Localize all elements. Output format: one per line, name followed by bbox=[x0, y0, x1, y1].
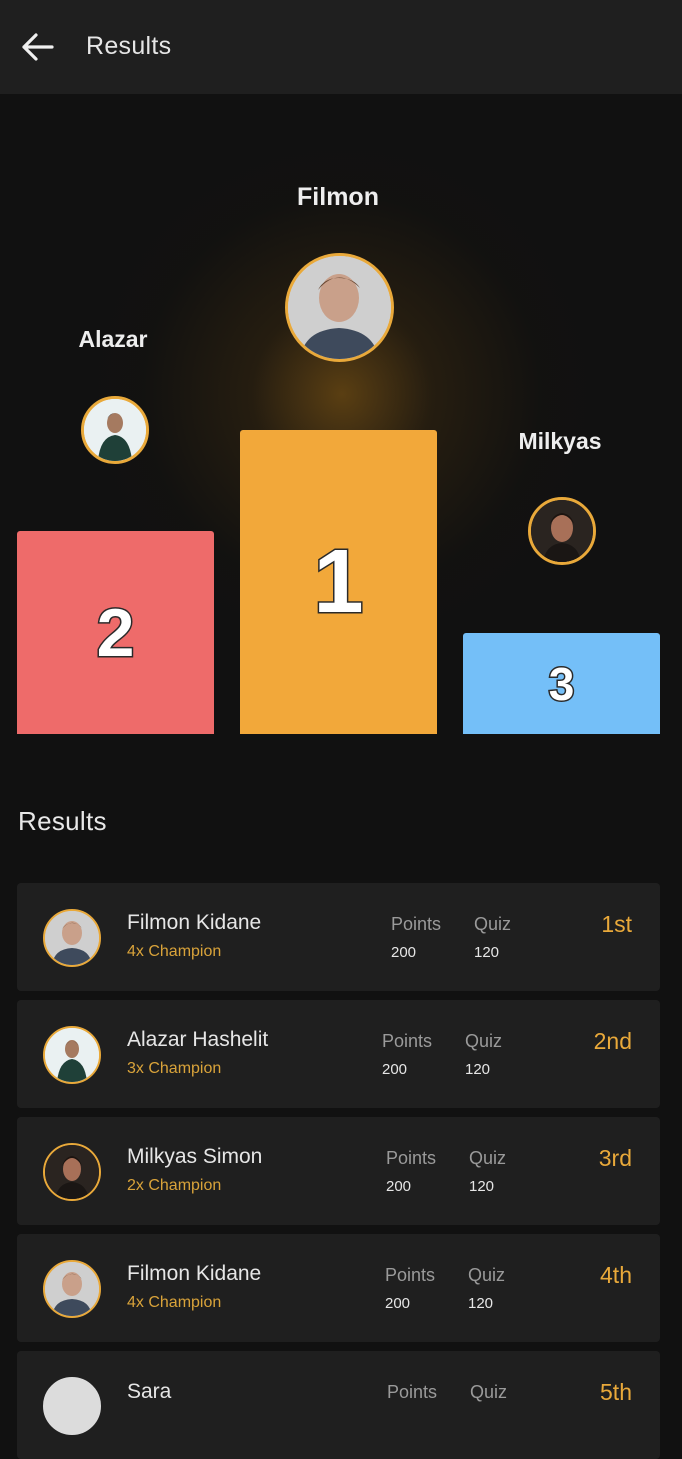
person-avatar-icon bbox=[531, 500, 593, 562]
result-card[interactable]: Milkyas Simon 2x Champion Points 200 Qui… bbox=[17, 1117, 660, 1225]
quiz-label: Quiz bbox=[465, 1031, 503, 1051]
quiz-value: 120 bbox=[474, 944, 500, 961]
avatar bbox=[43, 1377, 101, 1435]
quiz-label: Quiz bbox=[469, 1148, 507, 1168]
person-avatar-icon bbox=[45, 1028, 99, 1082]
quiz-label: Quiz bbox=[470, 1382, 508, 1402]
podium-first-avatar[interactable] bbox=[285, 253, 394, 362]
quiz-label: Quiz bbox=[468, 1265, 506, 1285]
back-button[interactable] bbox=[18, 28, 56, 66]
podium-first-rank: 1 bbox=[312, 530, 365, 633]
quiz-value: 120 bbox=[469, 1178, 495, 1195]
points-label: Points bbox=[385, 1265, 436, 1285]
champion-count: 4x Champion bbox=[127, 1294, 222, 1311]
points-value: 200 bbox=[391, 944, 417, 961]
podium-second-name: Alazar bbox=[78, 326, 148, 352]
rank-label: 3rd bbox=[598, 1145, 632, 1171]
person-avatar-icon bbox=[45, 1262, 99, 1316]
rank-label: 5th bbox=[600, 1379, 632, 1405]
person-avatar-icon bbox=[84, 399, 146, 461]
avatar bbox=[43, 909, 101, 967]
page-title: Results bbox=[86, 32, 172, 60]
rank-label: 4th bbox=[600, 1262, 632, 1288]
points-label: Points bbox=[382, 1031, 433, 1051]
champion-count: 2x Champion bbox=[127, 1177, 222, 1194]
app-bar: Results bbox=[0, 0, 682, 94]
champion-count: 3x Champion bbox=[127, 1060, 222, 1077]
player-name: Filmon Kidane bbox=[127, 1262, 262, 1285]
podium-third-name: Milkyas bbox=[518, 428, 602, 454]
results-section-title: Results bbox=[18, 806, 107, 836]
person-avatar-icon bbox=[45, 1145, 99, 1199]
person-avatar-icon bbox=[45, 911, 99, 965]
result-card[interactable]: Alazar Hashelit 3x Champion Points 200 Q… bbox=[17, 1000, 660, 1108]
result-card[interactable]: Filmon Kidane 4x Champion Points 200 Qui… bbox=[17, 1234, 660, 1342]
podium-first-name: Filmon bbox=[297, 183, 379, 211]
quiz-value: 120 bbox=[465, 1061, 491, 1078]
avatar bbox=[43, 1260, 101, 1318]
podium-first-block: 1 bbox=[240, 430, 437, 734]
points-label: Points bbox=[386, 1148, 437, 1168]
points-value: 200 bbox=[386, 1178, 412, 1195]
podium: Filmon 1 Alazar 2 Milkyas 3 bbox=[0, 94, 682, 754]
champion-count: 4x Champion bbox=[127, 943, 222, 960]
result-card[interactable]: Filmon Kidane 4x Champion Points 200 Qui… bbox=[17, 883, 660, 991]
arrow-left-icon bbox=[22, 33, 54, 61]
points-value: 200 bbox=[385, 1295, 411, 1312]
points-value: 200 bbox=[382, 1061, 408, 1078]
person-avatar-icon bbox=[288, 256, 391, 359]
podium-third-rank: 3 bbox=[547, 656, 576, 711]
podium-second-avatar[interactable] bbox=[81, 396, 149, 464]
avatar bbox=[43, 1143, 101, 1201]
points-label: Points bbox=[391, 914, 442, 934]
rank-label: 2nd bbox=[593, 1028, 632, 1054]
avatar bbox=[43, 1026, 101, 1084]
player-name: Milkyas Simon bbox=[127, 1145, 263, 1168]
player-name: Sara bbox=[127, 1380, 172, 1403]
player-name: Filmon Kidane bbox=[127, 911, 262, 934]
player-name: Alazar Hashelit bbox=[127, 1028, 269, 1051]
result-card[interactable]: Sara Points Quiz 5th bbox=[17, 1351, 660, 1459]
quiz-label: Quiz bbox=[474, 914, 512, 934]
podium-second-block: 2 bbox=[17, 531, 214, 734]
podium-second-rank: 2 bbox=[95, 593, 136, 672]
rank-label: 1st bbox=[601, 911, 632, 937]
points-label: Points bbox=[387, 1382, 438, 1402]
podium-third-block: 3 bbox=[463, 633, 660, 734]
podium-third-avatar[interactable] bbox=[528, 497, 596, 565]
quiz-value: 120 bbox=[468, 1295, 494, 1312]
